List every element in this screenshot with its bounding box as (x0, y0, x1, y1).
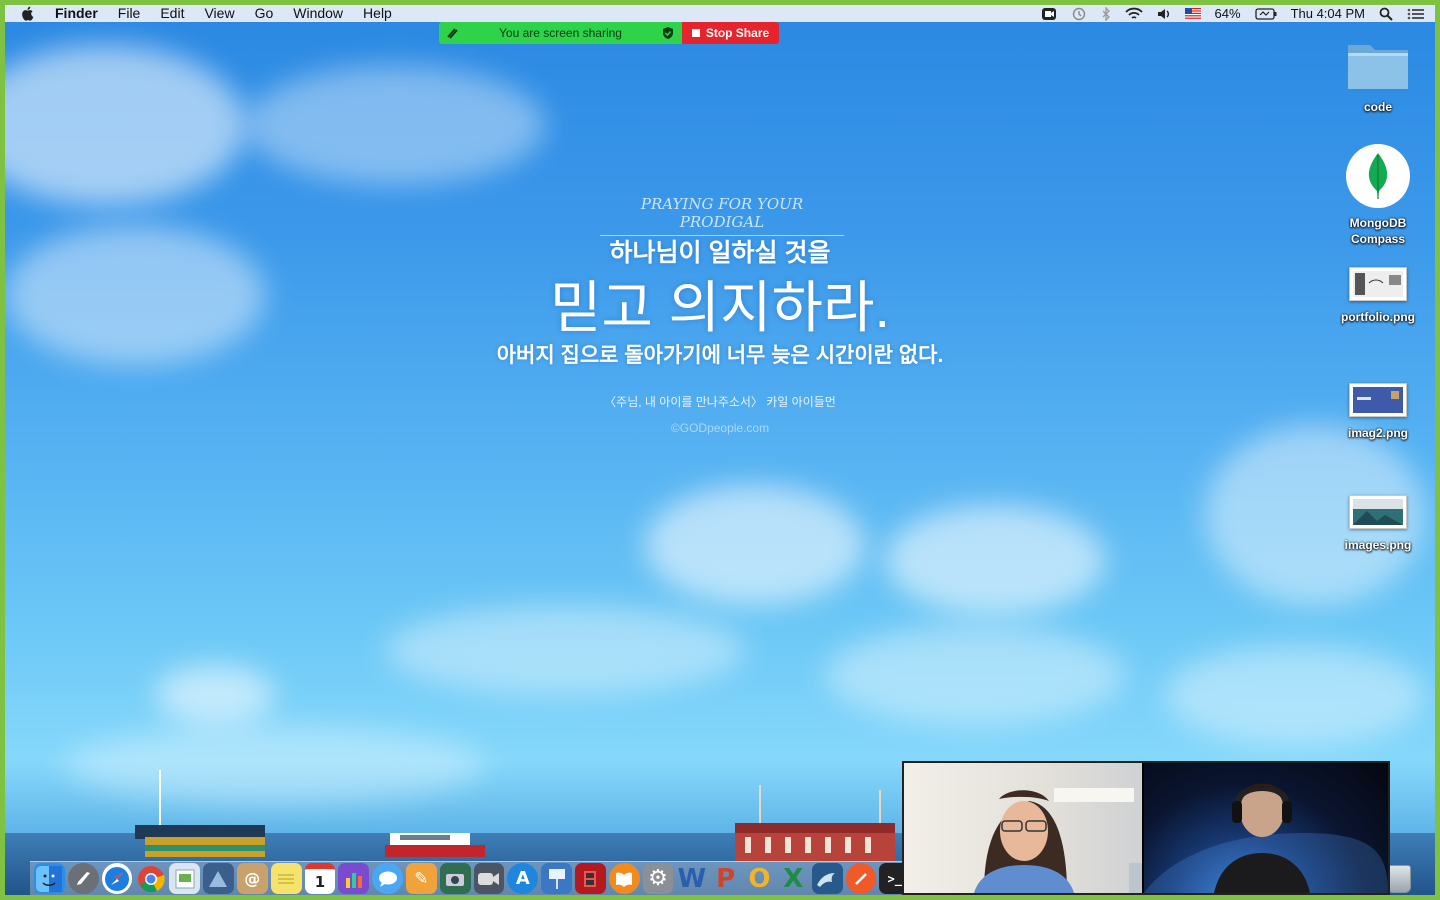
notification-center-icon[interactable] (1407, 7, 1425, 21)
dock-facetime-icon[interactable] (473, 863, 505, 894)
cloud (885, 505, 1105, 615)
image-thumbnail-icon (1349, 495, 1407, 529)
dock-calendar-icon[interactable]: 1 (304, 863, 336, 894)
dock-powerpoint-icon[interactable]: P (710, 863, 741, 894)
video-call-panel[interactable] (902, 761, 1390, 895)
dock-word-icon[interactable]: W (676, 863, 707, 894)
volume-icon[interactable] (1157, 7, 1171, 21)
cloud (385, 605, 745, 695)
desktop-item-imag2-png[interactable]: imag2.png (1328, 383, 1428, 441)
stop-share-label: Stop Share (705, 26, 770, 40)
video-participant-1[interactable] (904, 763, 1144, 893)
menu-app-finder[interactable]: Finder (55, 5, 98, 22)
dock-safari-icon[interactable] (101, 863, 133, 894)
participant-video-feed (974, 788, 1142, 893)
dock-outlook-icon[interactable]: O (744, 863, 775, 894)
desktop-item-portfolio-png[interactable]: portfolio.png (1328, 267, 1428, 325)
battery-percent[interactable]: 64% (1215, 6, 1241, 21)
screen-share-status-text: You are screen sharing (499, 26, 622, 40)
drag-handle-icon[interactable] (445, 26, 459, 40)
desktop: Finder File Edit View Go Window Help 64%… (5, 5, 1435, 895)
folder-icon (1348, 45, 1408, 89)
desktop-item-label: portfolio.png (1341, 310, 1415, 324)
dock-launchpad-icon[interactable] (67, 863, 99, 894)
wifi-icon[interactable] (1124, 7, 1143, 21)
dock-pages-icon[interactable]: ✎ (405, 863, 437, 894)
dock-preview-icon[interactable] (169, 863, 201, 894)
dock-system-preferences-icon[interactable]: ⚙ (642, 863, 674, 894)
mongodb-compass-icon (1346, 144, 1410, 208)
menu-bar: Finder File Edit View Go Window Help 64%… (5, 5, 1435, 22)
dock-chrome-icon[interactable] (135, 863, 166, 894)
quote-source: 〈주님, 내 아이를 만나주소서〉 카일 아이들먼 (604, 395, 836, 409)
dock-finder-icon[interactable] (34, 863, 65, 894)
apple-menu-icon[interactable] (19, 6, 35, 21)
cloud (5, 45, 245, 205)
menu-edit[interactable]: Edit (160, 5, 184, 22)
menu-help[interactable]: Help (363, 5, 392, 22)
dock-messages-icon[interactable] (372, 863, 403, 894)
cloud (245, 65, 545, 185)
desktop-item-label: images.png (1344, 538, 1412, 552)
dock-keynote-icon[interactable] (541, 863, 572, 894)
dock-ibooks-icon[interactable] (608, 863, 640, 894)
bluetooth-icon[interactable] (1101, 6, 1111, 21)
dock-notes-icon[interactable] (270, 863, 302, 894)
status-menus: 64% Thu 4:04 PM (1041, 5, 1425, 22)
dock-photo-app-icon[interactable] (203, 863, 234, 894)
quote-eyebrow: PRAYING FOR YOUR PRODIGAL (600, 195, 844, 236)
zoom-status-icon[interactable] (1041, 7, 1057, 21)
image-thumbnail-icon (1349, 383, 1407, 417)
wallpaper-boat (735, 785, 895, 861)
cloud (155, 665, 275, 725)
desktop-item-images-png[interactable]: images.png (1328, 495, 1428, 553)
spotlight-search-icon[interactable] (1379, 7, 1393, 21)
menu-go[interactable]: Go (255, 5, 274, 22)
desktop-item-label: imag2.png (1347, 426, 1408, 440)
dock-photo-booth-icon[interactable] (575, 863, 606, 894)
us-flag-input-icon[interactable] (1184, 8, 1201, 19)
participant-video-feed (1144, 783, 1388, 893)
menu-window[interactable]: Window (293, 5, 343, 22)
shield-check-icon (663, 27, 673, 39)
dock-postman-icon[interactable] (845, 863, 877, 894)
menu-view[interactable]: View (204, 5, 234, 22)
cloud (645, 485, 865, 605)
stop-square-icon (691, 29, 700, 37)
screen-share-toolbar: You are screen sharing Stop Share (439, 22, 779, 44)
wallpaper-boat (385, 833, 485, 857)
stop-share-button[interactable]: Stop Share (682, 22, 779, 44)
dock-excel-icon[interactable]: X (778, 863, 809, 894)
quote-copyright: ©GODpeople.com (670, 421, 770, 435)
video-participant-2[interactable] (1144, 763, 1388, 893)
dock-app-store-icon[interactable]: A (507, 863, 539, 894)
quote-headline: 믿고 의지하라. (549, 276, 891, 339)
wallpaper-boat (135, 770, 265, 857)
image-thumbnail-icon (1349, 267, 1407, 301)
battery-icon[interactable] (1254, 7, 1277, 20)
cloud (825, 625, 1125, 725)
desktop-item-mongodb-compass[interactable]: MongoDB Compass (1328, 143, 1428, 247)
clock[interactable]: Thu 4:04 PM (1291, 6, 1365, 21)
screen-share-status[interactable]: You are screen sharing (439, 22, 682, 44)
desktop-item-label: code (1363, 100, 1392, 114)
desktop-item-code[interactable]: code (1328, 37, 1428, 115)
dock-contacts-icon[interactable]: @ (236, 863, 268, 894)
time-machine-icon[interactable] (1071, 7, 1087, 21)
dock-ibooks-author-icon[interactable] (338, 863, 370, 894)
menu-file[interactable]: File (118, 5, 141, 22)
dock-image-capture-icon[interactable] (439, 863, 471, 894)
desktop-item-label: MongoDB Compass (1349, 216, 1407, 246)
cloud (1165, 645, 1425, 745)
dock: @ 1 ✎ A ⚙ W P O X >_ (30, 861, 911, 895)
dock-mysql-workbench-icon[interactable] (811, 863, 843, 894)
quote-line-3: 아버지 집으로 돌아가기에 너무 늦은 시간이란 없다. (496, 344, 944, 367)
dock-trash-icon[interactable] (1387, 865, 1411, 893)
